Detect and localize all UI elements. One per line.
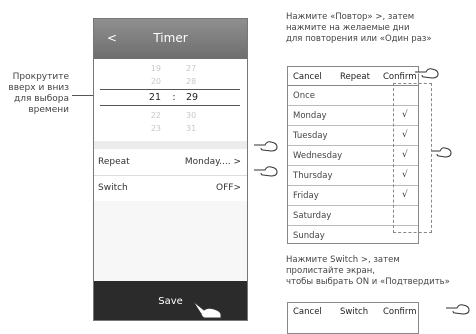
minute-value: 27: [186, 64, 197, 73]
minute-value: 28: [186, 77, 197, 86]
cancel-button[interactable]: Cancel: [293, 72, 322, 82]
checkbox-column-highlight: [393, 83, 432, 233]
hand-pointer-icon: [432, 147, 452, 158]
picker-selection-line-bottom: [100, 105, 240, 106]
switch-caption-line: чтобы выбрать ON и «Подтвердить»: [286, 277, 450, 287]
time-picker-wheel[interactable]: 19 27 20 28 21 : 29 22 30 23 31: [94, 59, 247, 141]
dialog-header: Cancel Switch Confirm: [288, 303, 418, 321]
hour-value-selected: 21: [148, 92, 161, 103]
repeat-caption-line: нажмите на желаемые дни: [286, 23, 410, 33]
page-title: Timer: [153, 31, 188, 45]
confirm-button[interactable]: Confirm: [383, 72, 417, 82]
picker-row: 20 28: [94, 77, 247, 88]
phone-timer-screen: < Timer 19 27 20 28 21 : 29 22 30 23 31 …: [93, 18, 248, 321]
repeat-caption: Нажмите «Повтор» >, затем нажмите на жел…: [286, 12, 432, 45]
switch-dialog: Cancel Switch Confirm: [287, 302, 419, 334]
day-label: Once: [293, 91, 315, 101]
hour-value: 20: [150, 77, 161, 86]
hand-pointer-icon: [446, 304, 470, 315]
empty-area: [94, 201, 247, 281]
day-label: Friday: [293, 191, 319, 201]
picker-row: 19 27: [94, 64, 247, 75]
confirm-button[interactable]: Confirm: [383, 307, 417, 317]
switch-row[interactable]: Switch OFF>: [94, 175, 247, 201]
day-label: Thursday: [293, 171, 333, 181]
switch-caption-line: Нажмите Switch >, затем: [286, 255, 400, 265]
dialog-title: Switch: [340, 307, 369, 317]
switch-label: Switch: [98, 183, 128, 193]
hand-pointer-icon: [193, 301, 222, 319]
picker-selection-line-top: [100, 89, 240, 90]
day-label: Wednesday: [293, 151, 343, 161]
scroll-caption-line: для выбора: [14, 94, 69, 104]
picker-selected-row[interactable]: 21 : 29: [94, 92, 247, 103]
day-label: Monday: [293, 111, 327, 121]
dialog-title: Repeat: [340, 72, 370, 82]
repeat-caption-line: для повторения или «Один раз»: [286, 34, 432, 44]
time-separator: :: [172, 92, 176, 103]
picker-row: 23 31: [94, 124, 247, 135]
minute-value-selected: 29: [186, 92, 199, 103]
hand-pointer-icon: [415, 68, 439, 79]
scroll-caption: Прокрутите вверх и вниз для выбора време…: [4, 72, 69, 116]
switch-caption-line: пролистайте экран,: [286, 266, 376, 276]
section-divider: [94, 141, 247, 149]
save-button[interactable]: Save: [94, 281, 247, 320]
scroll-caption-line: вверх и вниз: [8, 83, 69, 93]
save-button-label: Save: [158, 296, 183, 307]
hour-value: 19: [150, 64, 161, 73]
repeat-value: Monday.... >: [184, 157, 241, 167]
minute-value: 31: [186, 124, 197, 133]
hand-pointer-icon: [254, 141, 278, 152]
switch-value: OFF>: [216, 183, 241, 193]
scroll-caption-line: времени: [28, 105, 69, 115]
day-label: Tuesday: [293, 131, 328, 141]
minute-value: 30: [186, 111, 197, 120]
scroll-caption-line: Прокрутите: [12, 72, 69, 82]
cancel-button[interactable]: Cancel: [293, 307, 322, 317]
switch-caption: Нажмите Switch >, затем пролистайте экра…: [286, 255, 450, 288]
hand-pointer-icon: [254, 166, 278, 177]
hour-value: 23: [150, 124, 161, 133]
hour-value: 22: [150, 111, 161, 120]
picker-row: 22 30: [94, 111, 247, 122]
repeat-caption-line: Нажмите «Повтор» >, затем: [286, 12, 415, 22]
timer-header: < Timer: [94, 19, 247, 59]
day-label: Sunday: [293, 231, 325, 241]
repeat-label: Repeat: [98, 157, 130, 167]
day-label: Saturday: [293, 211, 332, 221]
repeat-row[interactable]: Repeat Monday.... >: [94, 149, 247, 176]
